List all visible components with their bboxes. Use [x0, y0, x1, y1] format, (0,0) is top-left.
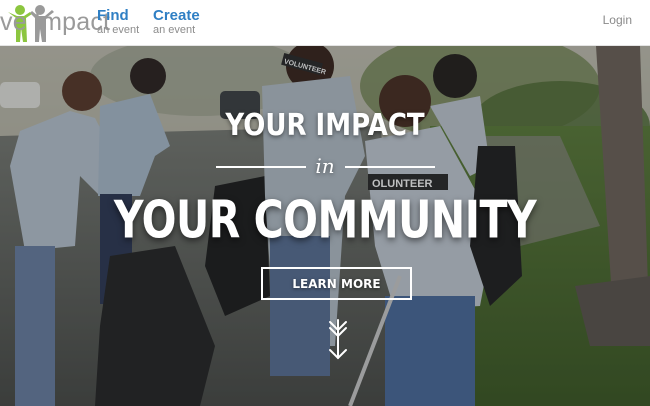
logo-text: ve Impact [0, 8, 111, 36]
down-arrow-icon[interactable] [327, 318, 349, 360]
nav-create-sub: an event [153, 24, 196, 36]
site-logo[interactable]: ve Impact [0, 0, 110, 46]
hero-banner: OLUNTEER VOLUNTEER YOUR IMPACT in YOUR C… [0, 46, 650, 406]
nav-create-label: Create [153, 7, 200, 24]
headline-in: in [0, 154, 650, 178]
nav-find-sub: an event [97, 24, 140, 36]
nav-find-event[interactable]: Find an event [97, 7, 139, 36]
login-link[interactable]: Login [603, 13, 632, 27]
headline-in-word: in [315, 154, 335, 178]
nav-create-event[interactable]: Create an event [153, 7, 200, 36]
headline-your-impact: YOUR IMPACT [225, 108, 425, 144]
nav-find-label: Find [97, 7, 129, 24]
top-navbar: ve Impact Find an event Create an event … [0, 0, 650, 46]
learn-more-button[interactable]: LEARN MORE [261, 267, 412, 300]
headline-your-community: YOUR COMMUNITY [113, 190, 537, 250]
